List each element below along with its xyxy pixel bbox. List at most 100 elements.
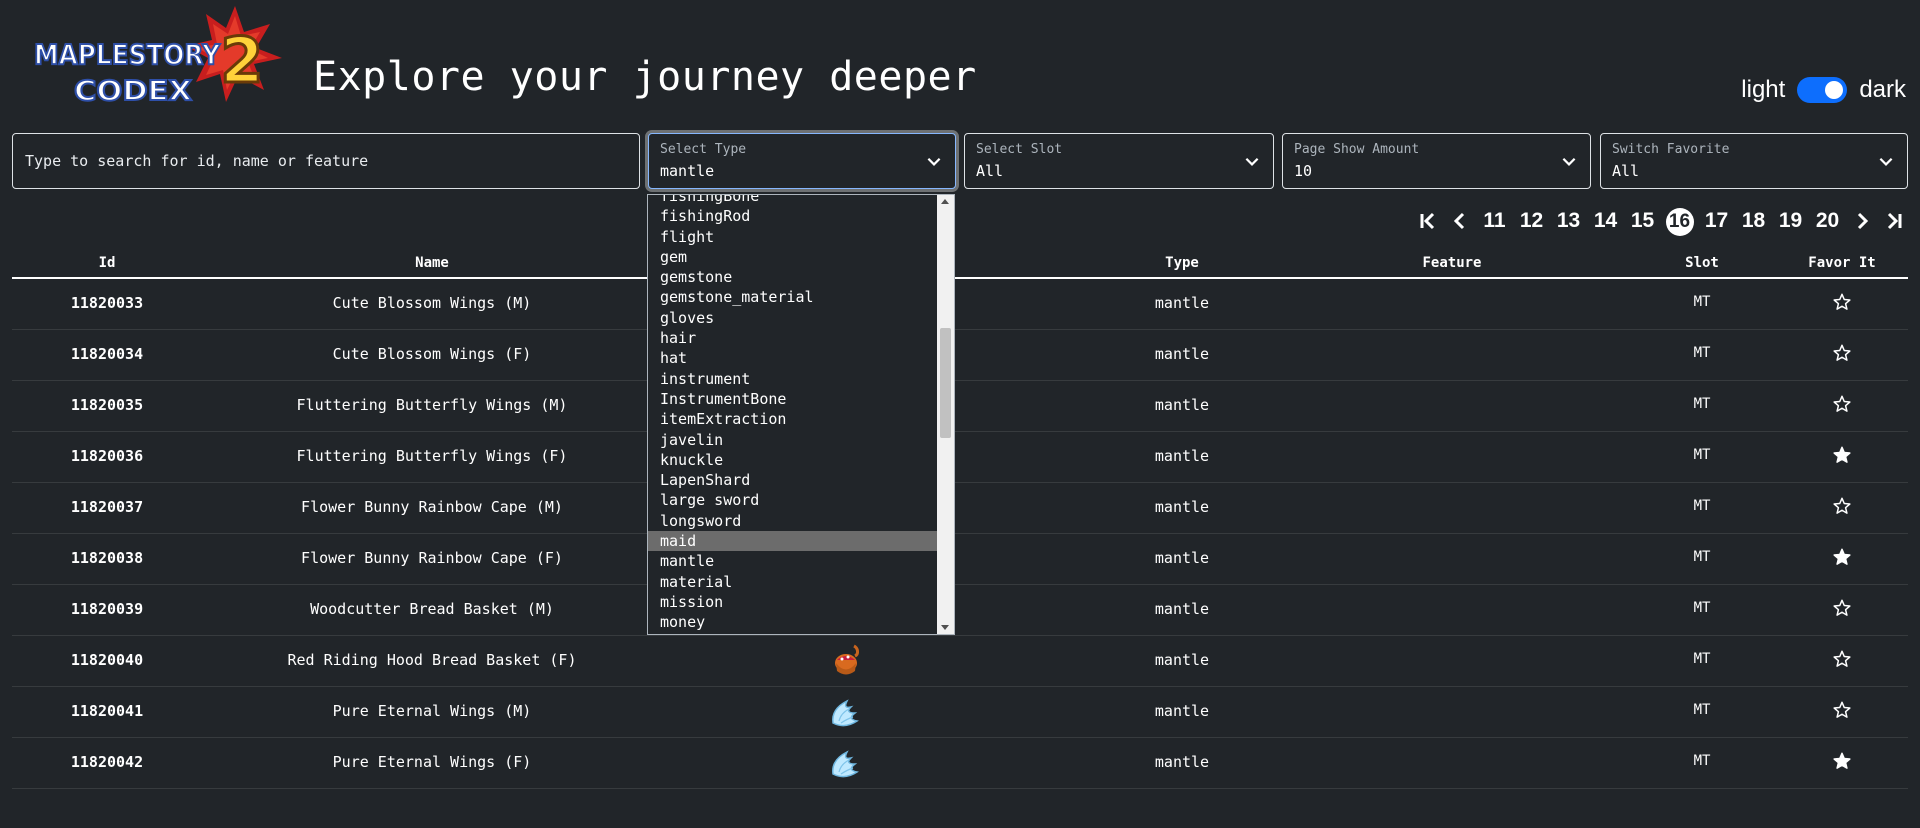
cell-id: 11820033 [70,294,144,312]
cell-type: mantle [1154,345,1210,363]
page-number-17[interactable]: 17 [1698,205,1735,237]
type-option[interactable]: longsword [648,511,938,531]
type-option[interactable]: fishingRod [648,206,938,226]
page-amount-select[interactable]: Page Show Amount 10 [1282,133,1591,189]
last-page-icon[interactable] [1878,205,1910,237]
cell-name: Fluttering Butterfly Wings (F) [296,447,568,465]
page-number-12[interactable]: 12 [1513,205,1550,237]
type-option[interactable]: itemExtraction [648,409,938,429]
star-filled-icon[interactable] [1772,751,1912,775]
type-option[interactable]: mount [648,633,938,635]
scrollbar-thumb[interactable] [940,328,951,438]
slot-select[interactable]: Select Slot All [964,133,1274,189]
logo-subtitle: CODEX [74,74,192,107]
type-option[interactable]: flight [648,227,938,247]
type-select-label: Select Type [660,142,747,157]
first-page-icon[interactable] [1412,205,1444,237]
page-number-13[interactable]: 13 [1550,205,1587,237]
type-option[interactable]: hat [648,348,938,368]
cell-slot: MT [1693,702,1711,718]
star-outline-icon[interactable] [1772,343,1912,367]
page-number-16-current[interactable]: 16 [1661,205,1698,237]
type-select[interactable]: Select Type mantle [648,133,956,189]
type-option[interactable]: instrument [648,369,938,389]
bread-basket-icon [652,642,1042,684]
star-outline-icon[interactable] [1772,649,1912,673]
cell-slot: MT [1693,447,1711,463]
table-row[interactable]: 11820040 Red Riding Hood Bread Basket (F)… [12,636,1908,687]
table-row[interactable]: 11820038 Flower Bunny Rainbow Cape (F) man… [12,534,1908,585]
favorite-select[interactable]: Switch Favorite All [1600,133,1908,189]
scroll-up-icon[interactable] [941,199,949,204]
star-filled-icon[interactable] [1772,445,1912,469]
angel-wings-icon [652,693,1042,735]
next-page-icon[interactable] [1846,205,1878,237]
type-option[interactable]: gloves [648,308,938,328]
star-outline-icon[interactable] [1772,598,1912,622]
star-outline-icon[interactable] [1772,292,1912,316]
header-slot[interactable]: Slot [1632,255,1772,271]
page-number-15[interactable]: 15 [1624,205,1661,237]
type-option[interactable]: money [648,612,938,632]
table-row[interactable]: 11820037 Flower Bunny Rainbow Cape (M) man… [12,483,1908,534]
prev-page-icon[interactable] [1444,205,1476,237]
header-feature[interactable]: Feature [1302,255,1602,271]
type-option[interactable]: fishingBone [648,195,938,206]
cell-id: 11820039 [70,600,144,618]
type-option[interactable]: maid [648,531,938,552]
type-option[interactable]: large sword [648,490,938,510]
maplestory2-codex-logo[interactable]: 2 MAPLESTORY CODEX [30,2,290,112]
page-number-18[interactable]: 18 [1735,205,1772,237]
type-option[interactable]: material [648,572,938,592]
search-box [12,133,640,189]
cell-type: mantle [1154,294,1210,312]
table-row[interactable]: 11820035 Fluttering Butterfly Wings (M) ma… [12,381,1908,432]
cell-type: mantle [1154,702,1210,720]
header-name[interactable]: Name [202,255,662,271]
search-input[interactable] [13,134,639,188]
cell-slot: MT [1693,345,1711,361]
type-option[interactable]: hair [648,328,938,348]
table-row[interactable]: 11820033 Cute Blossom Wings (M) mantle MT [12,279,1908,330]
table-row[interactable]: 11820036 Fluttering Butterfly Wings (F) ma… [12,432,1908,483]
cell-id: 11820038 [70,549,144,567]
type-option[interactable]: gemstone_material [648,287,938,307]
table-row[interactable]: 11820039 Woodcutter Bread Basket (M) mantl… [12,585,1908,636]
page-number-14[interactable]: 14 [1587,205,1624,237]
table-row[interactable]: 11820042 Pure Eternal Wings (F) mantle MT [12,738,1908,789]
page-number-20[interactable]: 20 [1809,205,1846,237]
type-option[interactable]: mantle [648,551,938,571]
type-option[interactable]: gemstone [648,267,938,287]
theme-dark-label: dark [1859,76,1906,103]
cell-slot: MT [1693,753,1711,769]
table-row[interactable]: 11820034 Cute Blossom Wings (F) mantle MT [12,330,1908,381]
star-outline-icon[interactable] [1772,394,1912,418]
slot-select-label: Select Slot [976,142,1063,157]
page-number-11[interactable]: 11 [1476,205,1513,237]
chevron-down-icon [1245,157,1259,166]
type-option[interactable]: InstrumentBone [648,389,938,409]
theme-light-label: light [1741,76,1786,103]
table-row[interactable]: 11820041 Pure Eternal Wings (M) mantle MT [12,687,1908,738]
star-outline-icon[interactable] [1772,496,1912,520]
chevron-down-icon [1562,157,1576,166]
type-option[interactable]: knuckle [648,450,938,470]
page-number-19[interactable]: 19 [1772,205,1809,237]
dropdown-scrollbar[interactable] [937,195,954,634]
star-filled-icon[interactable] [1772,547,1912,571]
angel-wings-icon [652,744,1042,786]
header-id[interactable]: Id [12,255,202,271]
header-favor-it[interactable]: Favor It [1772,255,1912,271]
header-type[interactable]: Type [1042,255,1322,271]
cell-name: Cute Blossom Wings (M) [332,294,532,312]
type-option[interactable]: javelin [648,430,938,450]
type-option[interactable]: gem [648,247,938,267]
cell-name: Woodcutter Bread Basket (M) [310,600,554,618]
theme-toggle[interactable] [1797,77,1848,103]
star-outline-icon[interactable] [1772,700,1912,724]
type-option[interactable]: LapenShard [648,470,938,490]
cell-name: Fluttering Butterfly Wings (M) [296,396,568,414]
scroll-down-icon[interactable] [941,625,949,630]
logo-number: 2 [220,24,263,97]
type-option[interactable]: mission [648,592,938,612]
